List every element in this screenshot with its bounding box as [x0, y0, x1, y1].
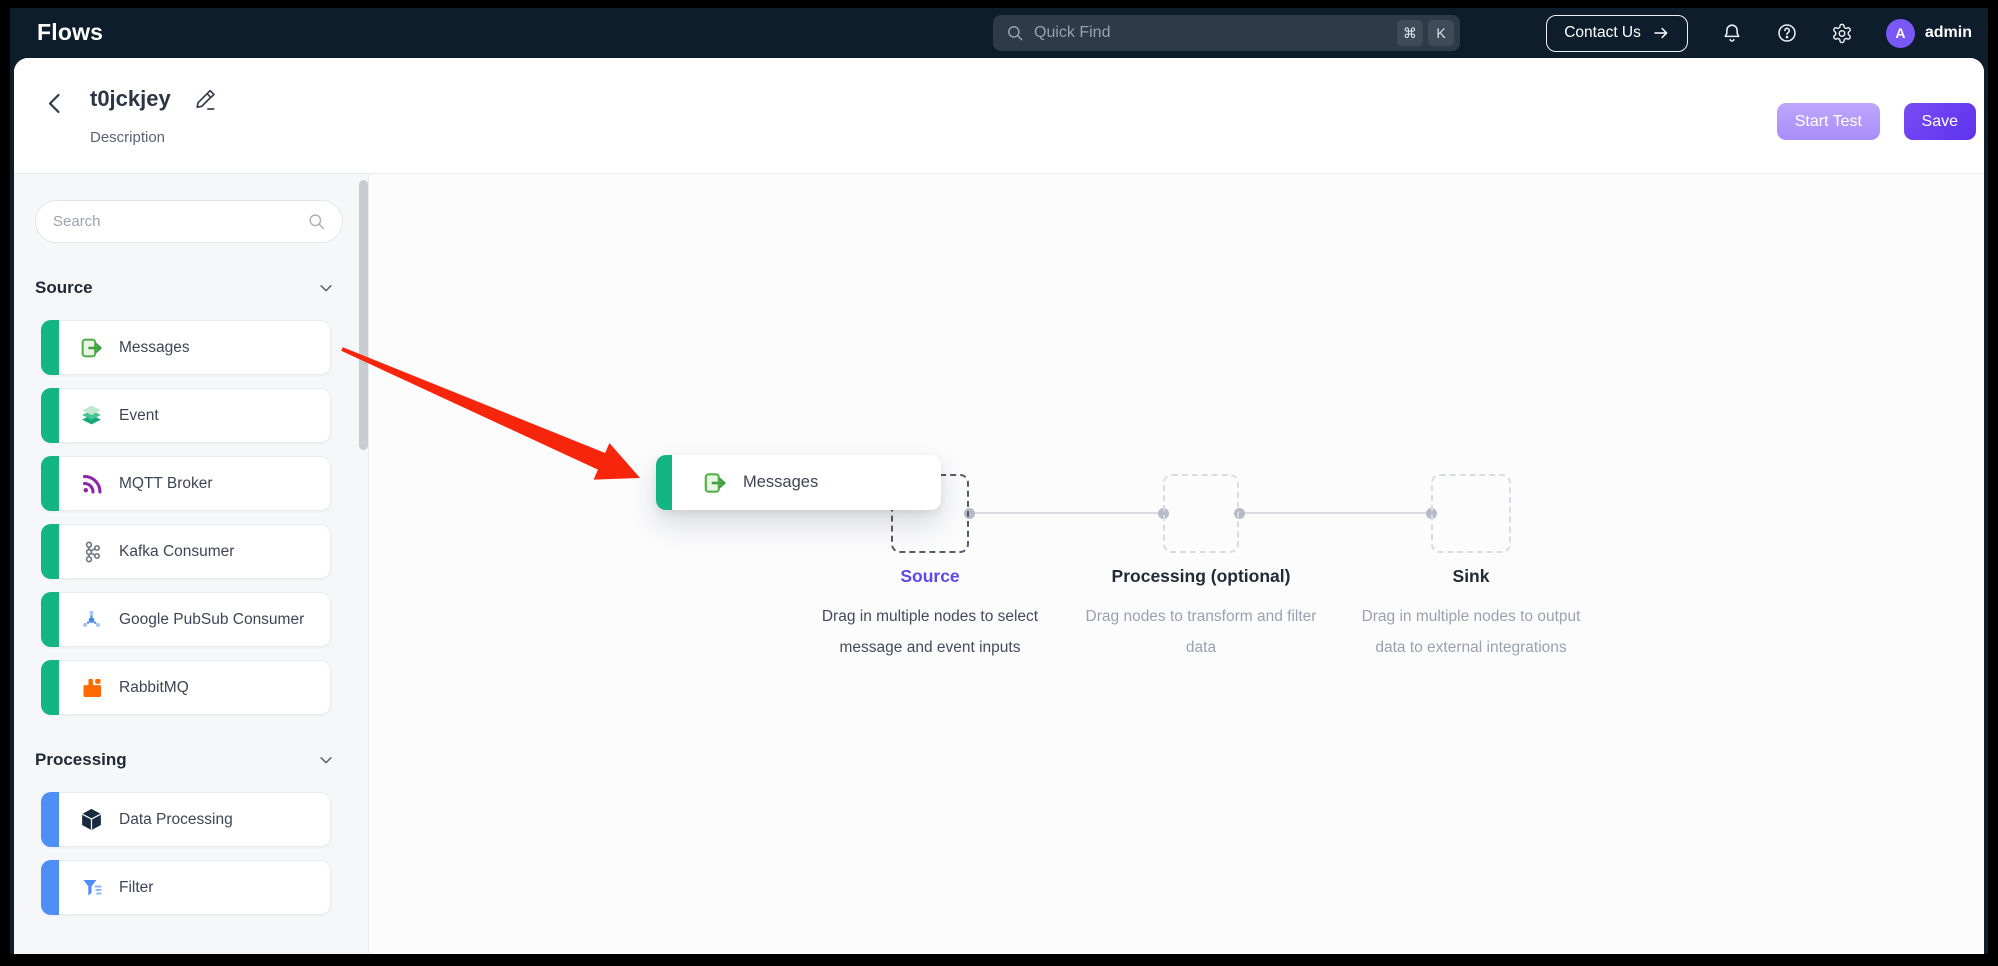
- pubsub-icon: [79, 607, 104, 632]
- contact-us-label: Contact Us: [1564, 24, 1641, 42]
- source-placeholder-label: Source Drag in multiple nodes to select …: [810, 566, 1050, 663]
- section-header-source[interactable]: Source: [35, 278, 335, 298]
- data-processing-icon: [79, 807, 104, 832]
- connector-line: [969, 512, 1163, 514]
- dragged-messages-node[interactable]: Messages: [656, 455, 941, 510]
- item-label: MQTT Broker: [119, 472, 213, 495]
- placeholder-description: Drag in multiple nodes to output data to…: [1351, 601, 1591, 663]
- section-header-processing[interactable]: Processing: [35, 750, 335, 770]
- mqtt-icon: [79, 471, 104, 496]
- page-title: t0jckjey: [90, 86, 171, 112]
- item-label: Filter: [119, 876, 153, 899]
- item-label: Google PubSub Consumer: [119, 608, 304, 631]
- edit-pencil-icon[interactable]: [194, 89, 218, 113]
- search-icon: [307, 212, 326, 231]
- app-window: Flows ⌘ K Contact Us: [10, 8, 1988, 954]
- avatar[interactable]: A: [1886, 19, 1915, 48]
- node-label: Messages: [743, 473, 818, 492]
- item-accent-bar: [41, 592, 59, 647]
- save-button[interactable]: Save: [1904, 103, 1976, 140]
- palette-item-mqtt-broker[interactable]: MQTT Broker: [41, 456, 331, 511]
- item-label: Kafka Consumer: [119, 540, 234, 563]
- bell-icon[interactable]: [1721, 22, 1743, 44]
- username-label: admin: [1925, 24, 1972, 42]
- processing-placeholder-label: Processing (optional) Drag nodes to tran…: [1081, 566, 1321, 663]
- content-panel: t0jckjey Description Start Test Save Sou…: [14, 58, 1984, 954]
- placeholder-title: Sink: [1351, 566, 1591, 587]
- item-label: RabbitMQ: [119, 676, 189, 699]
- item-accent-bar: [41, 456, 59, 511]
- top-navbar: Flows ⌘ K Contact Us: [10, 8, 1988, 58]
- messages-icon: [79, 335, 104, 360]
- quick-find-bar[interactable]: ⌘ K: [993, 15, 1460, 51]
- gear-icon[interactable]: [1831, 22, 1853, 44]
- item-label: Data Processing: [119, 808, 233, 831]
- section-label: Processing: [35, 750, 127, 770]
- navbar-right-cluster: Contact Us A admin: [1546, 8, 1972, 58]
- sink-drop-zone[interactable]: [1431, 474, 1511, 553]
- page-header: t0jckjey Description Start Test Save: [14, 58, 1984, 174]
- event-icon: [79, 403, 104, 428]
- app-title: Flows: [37, 19, 103, 46]
- palette-item-messages[interactable]: Messages: [41, 320, 331, 375]
- item-label: Event: [119, 404, 159, 427]
- processing-drop-zone[interactable]: [1163, 474, 1239, 553]
- item-accent-bar: [41, 860, 59, 915]
- kafka-icon: [79, 539, 104, 564]
- item-accent-bar: [41, 524, 59, 579]
- item-accent-bar: [41, 792, 59, 847]
- back-button[interactable]: [44, 91, 68, 115]
- node-palette-sidebar: Source Messages Event MQTT Broker Kafka Cons…: [14, 174, 369, 954]
- section-label: Source: [35, 278, 93, 298]
- item-accent-bar: [41, 320, 59, 375]
- palette-item-data-processing[interactable]: Data Processing: [41, 792, 331, 847]
- item-accent-bar: [41, 388, 59, 443]
- item-accent-bar: [41, 660, 59, 715]
- placeholder-description: Drag in multiple nodes to select message…: [810, 601, 1050, 663]
- messages-icon: [701, 469, 728, 496]
- item-label: Messages: [119, 336, 190, 359]
- placeholder-title: Processing (optional): [1081, 566, 1321, 587]
- start-test-button[interactable]: Start Test: [1777, 103, 1880, 140]
- node-accent-bar: [656, 455, 672, 510]
- contact-us-button[interactable]: Contact Us: [1546, 15, 1688, 52]
- quick-find-input[interactable]: [1034, 24, 1392, 42]
- k-key-badge: K: [1428, 20, 1454, 46]
- chevron-down-icon[interactable]: [317, 279, 335, 297]
- sink-placeholder-label: Sink Drag in multiple nodes to output da…: [1351, 566, 1591, 663]
- rabbitmq-icon: [79, 675, 104, 700]
- palette-item-filter[interactable]: Filter: [41, 860, 331, 915]
- command-key-badge: ⌘: [1397, 20, 1423, 46]
- placeholder-description: Drag nodes to transform and filter data: [1081, 601, 1321, 663]
- palette-search-input[interactable]: [53, 213, 307, 230]
- connector-line: [1239, 512, 1431, 514]
- palette-search[interactable]: [35, 200, 343, 243]
- palette-item-google-pubsub-consumer[interactable]: Google PubSub Consumer: [41, 592, 331, 647]
- flow-canvas[interactable]: Source Drag in multiple nodes to select …: [370, 174, 1984, 954]
- palette-item-event[interactable]: Event: [41, 388, 331, 443]
- search-icon: [1006, 24, 1024, 42]
- chevron-down-icon[interactable]: [317, 751, 335, 769]
- arrow-right-icon: [1652, 24, 1670, 42]
- palette-item-rabbitmq[interactable]: RabbitMQ: [41, 660, 331, 715]
- filter-icon: [79, 875, 104, 900]
- palette-item-kafka-consumer[interactable]: Kafka Consumer: [41, 524, 331, 579]
- placeholder-title: Source: [810, 566, 1050, 587]
- help-icon[interactable]: [1776, 22, 1798, 44]
- sidebar-scrollbar-thumb[interactable]: [359, 180, 368, 450]
- description-placeholder[interactable]: Description: [90, 129, 165, 146]
